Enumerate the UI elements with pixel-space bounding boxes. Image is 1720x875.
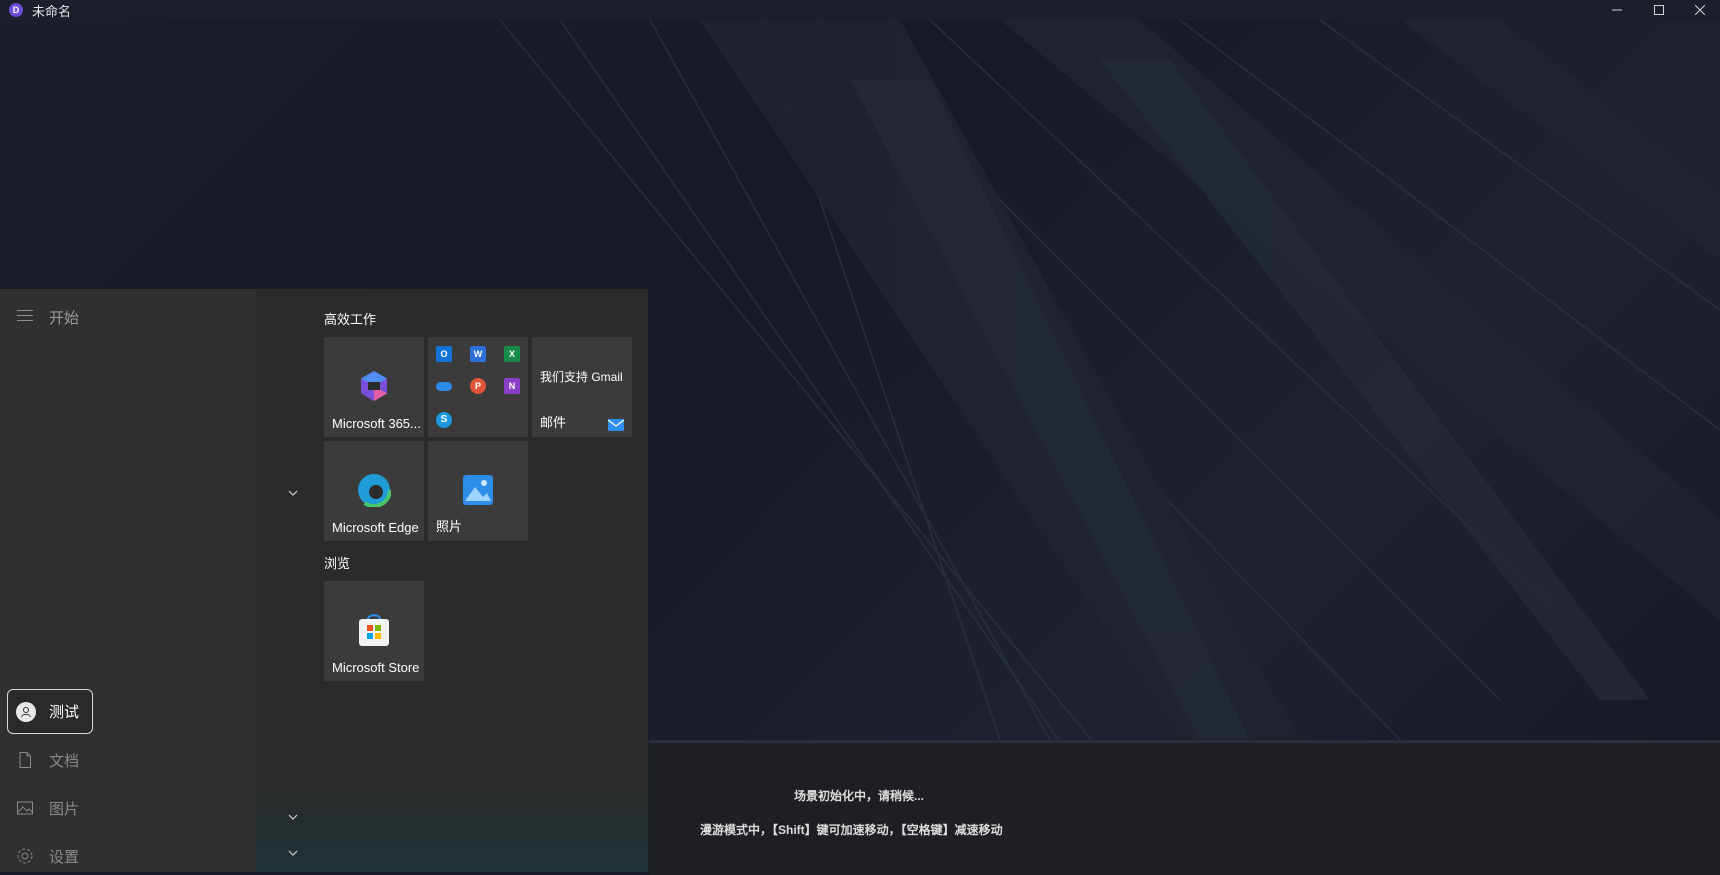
outlook-icon: O xyxy=(436,346,452,362)
powerpoint-icon: P xyxy=(470,378,486,394)
nav-settings[interactable]: 设置 xyxy=(16,845,79,867)
start-menu-left-pane xyxy=(0,289,256,872)
tile-mail-headline: 我们支持 Gmail xyxy=(540,370,623,384)
chevron-down-icon[interactable] xyxy=(286,848,300,858)
tile-microsoft-365[interactable]: Microsoft 365... xyxy=(324,337,424,437)
group-title-browse: 浏览 xyxy=(324,556,351,571)
status-initializing-text: 场景初始化中，请稍候... xyxy=(794,789,925,803)
store-icon xyxy=(359,614,389,646)
tile-microsoft-store[interactable]: Microsoft Store xyxy=(324,581,424,681)
close-button[interactable] xyxy=(1680,0,1720,20)
chevron-down-icon[interactable] xyxy=(286,812,300,822)
close-icon xyxy=(1695,5,1705,15)
excel-icon: X xyxy=(504,346,520,362)
status-panel xyxy=(649,740,1720,875)
skype-icon: S xyxy=(436,412,452,428)
tile-mail[interactable]: 我们支持 Gmail 邮件 xyxy=(532,337,632,437)
window-title: 未命名 xyxy=(32,3,72,19)
user-avatar-icon xyxy=(16,701,36,722)
onedrive-icon xyxy=(436,382,452,391)
tile-microsoft-store-label: Microsoft Store xyxy=(332,660,420,675)
document-icon xyxy=(19,752,31,768)
window-titlebar: D 未命名 xyxy=(0,0,1720,20)
mail-icon xyxy=(608,419,624,431)
app-logo-icon: D xyxy=(9,3,23,17)
start-header-label: 开始 xyxy=(49,310,80,327)
word-icon: W xyxy=(470,346,486,362)
nav-pictures[interactable]: 图片 xyxy=(16,797,79,819)
nav-pictures-label: 图片 xyxy=(49,800,80,818)
tile-photos-label: 照片 xyxy=(436,519,463,534)
status-roaming-hint-text: 漫游模式中，【Shift】键可加速移动，【空格键】减速移动 xyxy=(700,823,1003,837)
edge-icon xyxy=(357,473,391,507)
tile-microsoft-365-label: Microsoft 365... xyxy=(332,416,421,431)
maximize-icon xyxy=(1654,5,1664,15)
tile-microsoft-edge[interactable]: Microsoft Edge xyxy=(324,441,424,541)
photos-icon xyxy=(463,475,493,505)
user-account-button[interactable]: 测试 xyxy=(7,689,93,734)
tile-office-apps[interactable]: O W X P N S xyxy=(428,337,528,437)
maximize-button[interactable] xyxy=(1639,0,1679,20)
onenote-icon: N xyxy=(504,378,520,394)
minimize-icon xyxy=(1612,9,1622,11)
microsoft-365-icon xyxy=(361,371,387,401)
tile-mail-label: 邮件 xyxy=(540,415,567,430)
tile-photos[interactable]: 照片 xyxy=(428,441,528,541)
gear-icon xyxy=(17,848,33,864)
group-title-productivity: 高效工作 xyxy=(324,312,377,327)
nav-settings-label: 设置 xyxy=(49,848,80,866)
chevron-down-icon[interactable] xyxy=(286,488,300,498)
nav-documents-label: 文档 xyxy=(49,752,80,770)
minimize-button[interactable] xyxy=(1597,0,1637,20)
image-icon xyxy=(17,801,33,815)
user-name: 测试 xyxy=(49,704,80,721)
tile-microsoft-edge-label: Microsoft Edge xyxy=(332,520,419,535)
hamburger-menu-icon[interactable] xyxy=(17,310,33,322)
nav-documents[interactable]: 文档 xyxy=(16,749,79,771)
